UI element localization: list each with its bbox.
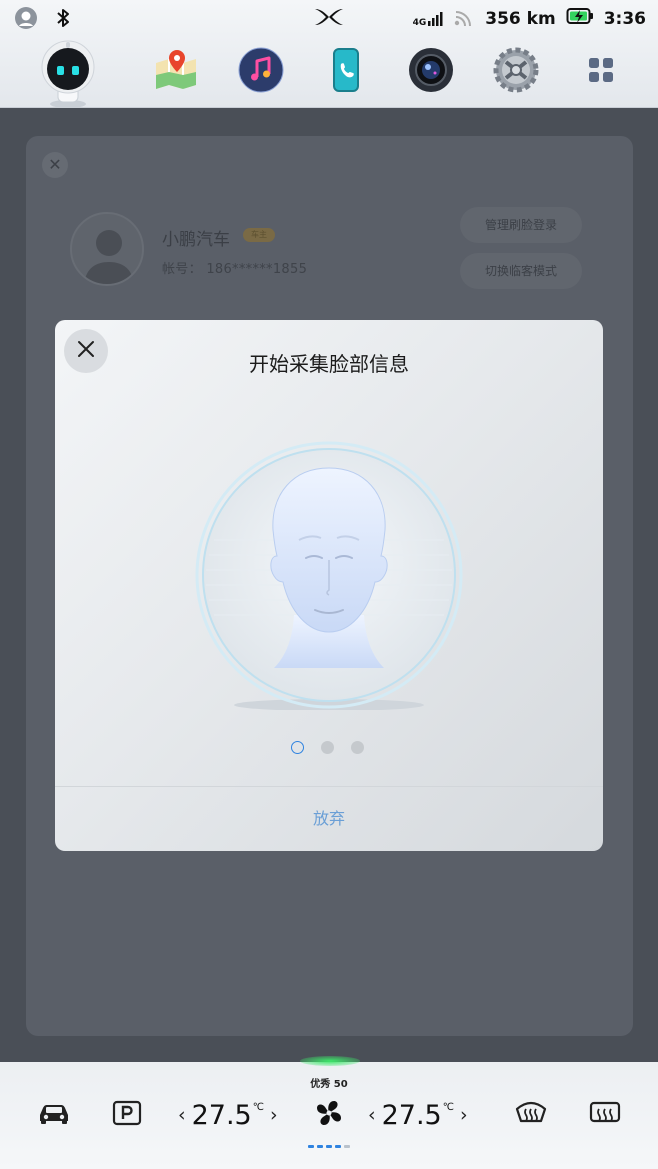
network-type: 4G [412, 17, 427, 28]
fan-level-segment [335, 1145, 341, 1148]
climate-bar: 优秀 50 ‹ 27.5℃ › ‹ 27.5℃ › [0, 1056, 658, 1169]
panel-close-button[interactable]: ✕ [42, 152, 68, 178]
air-quality-label: 优秀 50 [310, 1079, 348, 1090]
cellular-signal-icon: 4G [413, 11, 444, 27]
right-temp-value: 27.5 [381, 1099, 442, 1131]
fan-level-segment [326, 1145, 332, 1148]
brand-logo-icon [314, 7, 344, 31]
face-scan-illustration [194, 440, 464, 711]
left-temp-value: 27.5 [191, 1099, 252, 1131]
left-temp-up-button[interactable]: › [264, 1104, 284, 1126]
user-status-icon [14, 6, 38, 34]
fan-level-segment [344, 1145, 350, 1148]
fan-level-indicator [308, 1145, 350, 1148]
left-temperature-control: ‹ 27.5℃ › [172, 1098, 284, 1132]
front-defrost-icon [514, 1099, 548, 1131]
dialog-title: 开始采集脸部信息 [249, 352, 409, 376]
map-app-icon[interactable] [152, 46, 200, 94]
status-bar: 4G 356 km 3:36 [0, 0, 658, 36]
owner-badge: 车主 [243, 228, 275, 242]
range-text: 356 km [485, 8, 556, 29]
air-quality-glow [300, 1056, 360, 1066]
step-dot [321, 741, 334, 754]
settings-app-icon[interactable] [492, 46, 540, 94]
fan-level-segment [317, 1145, 323, 1148]
battery-charging-icon [566, 7, 594, 30]
camera-app-icon[interactable] [407, 46, 455, 94]
left-temp-unit: ℃ [252, 1101, 264, 1113]
face-capture-dialog: 开始采集脸部信息 放弃 [55, 320, 603, 851]
fan-icon [314, 1098, 344, 1132]
app-grid-icon[interactable] [577, 46, 625, 94]
app-dock [0, 36, 658, 108]
profile-name: 小鹏汽车 [162, 230, 230, 250]
right-temp-up-button[interactable]: › [454, 1104, 474, 1126]
right-temp-unit: ℃ [442, 1101, 454, 1113]
bluetooth-icon [56, 8, 70, 32]
left-temp-down-button[interactable]: ‹ [172, 1104, 192, 1126]
manage-face-login-button[interactable]: 管理刷脸登录 [460, 207, 582, 243]
assistant-robot-icon[interactable] [36, 40, 100, 108]
parking-icon [112, 1100, 142, 1130]
wifi-icon [453, 6, 475, 31]
right-temperature-control: ‹ 27.5℃ › [362, 1098, 474, 1132]
account-value: 186******1855 [206, 262, 308, 277]
step-dot [351, 741, 364, 754]
left-temperature: 27.5℃ [192, 1100, 264, 1131]
right-temperature: 27.5℃ [382, 1100, 454, 1131]
parking-button[interactable] [112, 1098, 142, 1132]
right-temp-down-button[interactable]: ‹ [362, 1104, 382, 1126]
fan-button[interactable] [314, 1098, 344, 1132]
rear-defrost-button[interactable] [588, 1098, 622, 1132]
phone-app-icon[interactable] [322, 46, 370, 94]
account-number: 帐号： 186******1855 [162, 258, 307, 277]
vehicle-button[interactable] [36, 1098, 72, 1132]
guest-mode-button[interactable]: 切换临客模式 [460, 253, 582, 289]
abandon-button[interactable]: 放弃 [55, 787, 603, 851]
avatar [70, 212, 144, 286]
rear-defrost-icon [588, 1099, 622, 1131]
front-defrost-button[interactable] [514, 1098, 548, 1132]
account-label: 帐号： [162, 262, 202, 277]
music-app-icon[interactable] [237, 46, 285, 94]
clock: 3:36 [603, 8, 646, 29]
step-dot [291, 741, 304, 754]
car-icon [36, 1101, 72, 1129]
step-indicator [291, 741, 364, 754]
fan-level-segment [308, 1145, 314, 1148]
